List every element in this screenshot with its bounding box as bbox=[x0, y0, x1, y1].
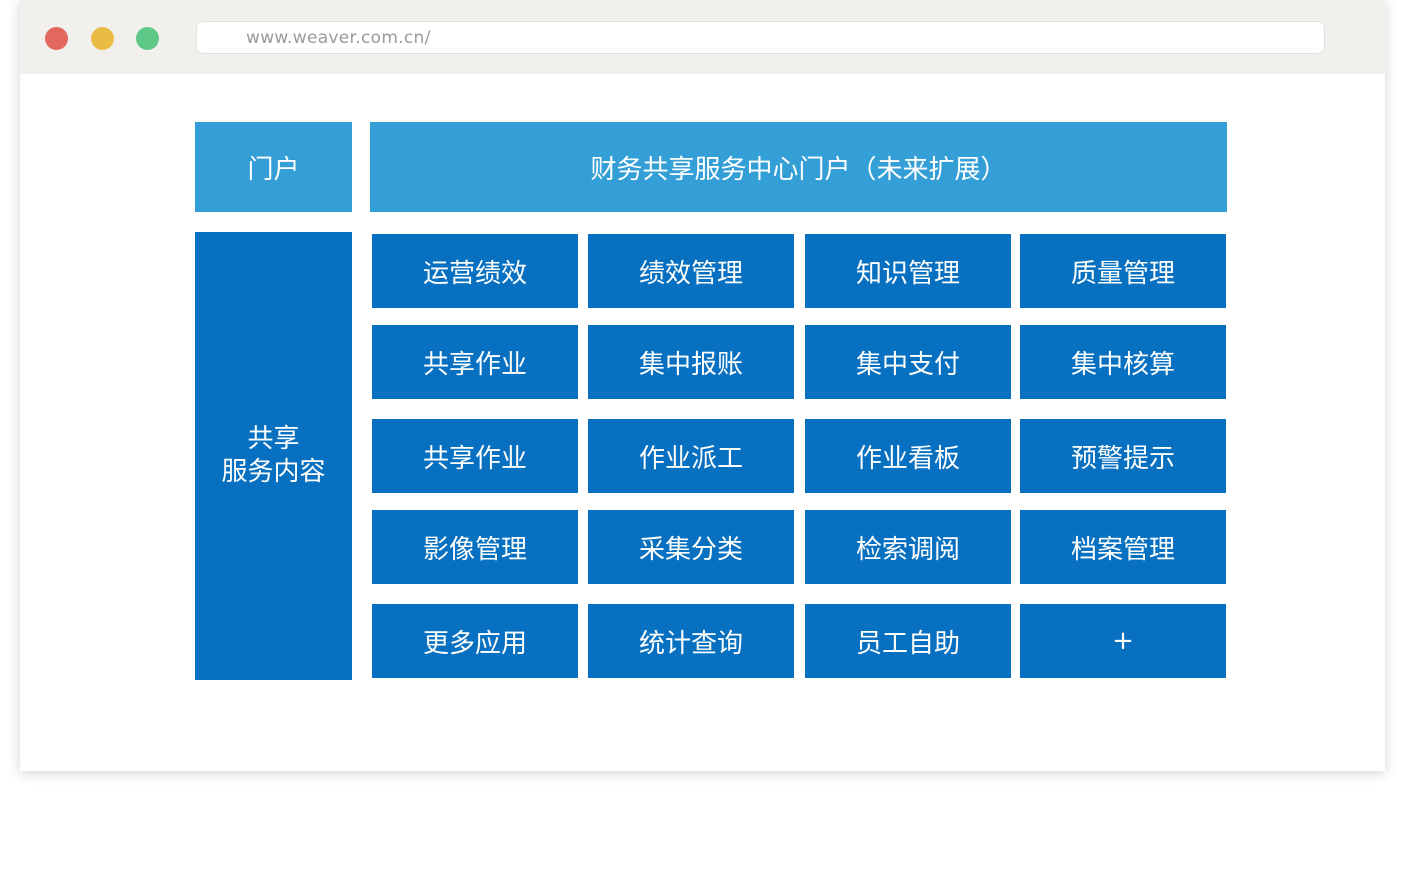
service-tile[interactable]: 集中核算 bbox=[1020, 325, 1226, 399]
service-tile[interactable]: 更多应用 bbox=[372, 604, 578, 678]
service-tile[interactable]: 档案管理 bbox=[1020, 510, 1226, 584]
service-tile-label: 检索调阅 bbox=[855, 534, 960, 565]
service-tile-label: 质量管理 bbox=[1070, 258, 1175, 289]
service-tile-label: 采集分类 bbox=[638, 534, 743, 565]
service-tile-label: 集中支付 bbox=[855, 349, 960, 380]
service-tile[interactable]: 作业派工 bbox=[588, 419, 794, 493]
address-bar[interactable]: www.weaver.com.cn/ bbox=[196, 21, 1325, 54]
portal-banner[interactable]: 财务共享服务中心门户（未来扩展） bbox=[370, 122, 1227, 212]
service-tile[interactable]: 员工自助 bbox=[805, 604, 1011, 678]
service-tile-label: 知识管理 bbox=[855, 258, 960, 289]
service-tile-label: 集中核算 bbox=[1070, 349, 1175, 380]
browser-titlebar: www.weaver.com.cn/ bbox=[20, 0, 1385, 74]
address-bar-url: www.weaver.com.cn/ bbox=[246, 28, 431, 48]
service-tile-label: 作业派工 bbox=[638, 443, 743, 474]
minimize-dot-icon[interactable] bbox=[91, 27, 114, 50]
service-tile-label: 共享作业 bbox=[422, 349, 527, 380]
service-tile[interactable]: 采集分类 bbox=[588, 510, 794, 584]
service-tile-label: 统计查询 bbox=[638, 628, 743, 659]
service-tile[interactable]: 集中支付 bbox=[805, 325, 1011, 399]
service-tile-label: 影像管理 bbox=[422, 534, 527, 565]
portal-banner-text: 财务共享服务中心门户（未来扩展） bbox=[590, 154, 1007, 185]
shared-service-label: 共享 服务内容 bbox=[195, 232, 352, 680]
shared-service-label-line2: 服务内容 bbox=[221, 457, 326, 487]
service-tile-label: 档案管理 bbox=[1070, 534, 1175, 565]
service-tile[interactable]: 统计查询 bbox=[588, 604, 794, 678]
service-tile[interactable]: 影像管理 bbox=[372, 510, 578, 584]
service-tile[interactable]: 检索调阅 bbox=[805, 510, 1011, 584]
service-tile[interactable]: 集中报账 bbox=[588, 325, 794, 399]
service-tile[interactable]: 绩效管理 bbox=[588, 234, 794, 308]
shared-service-label-line1: 共享 bbox=[247, 424, 300, 454]
service-tile-label: 集中报账 bbox=[638, 349, 743, 380]
service-tile[interactable]: 预警提示 bbox=[1020, 419, 1226, 493]
service-tile-label: 运营绩效 bbox=[422, 258, 527, 289]
service-tile-label: 共享作业 bbox=[422, 443, 527, 474]
maximize-dot-icon[interactable] bbox=[136, 27, 159, 50]
service-tile[interactable]: 作业看板 bbox=[805, 419, 1011, 493]
service-tile-label: 员工自助 bbox=[855, 628, 960, 659]
service-tile-label: 作业看板 bbox=[855, 443, 960, 474]
service-tile[interactable]: 共享作业 bbox=[372, 419, 578, 493]
page-content: 门户 财务共享服务中心门户（未来扩展） 共享 服务内容 运营绩效 绩效管理 知识管理… bbox=[20, 74, 1385, 771]
portal-label: 门户 bbox=[195, 122, 352, 212]
browser-window: www.weaver.com.cn/ 门户 财务共享服务中心门户（未来扩展） 共… bbox=[20, 0, 1385, 771]
service-tile[interactable]: 质量管理 bbox=[1020, 234, 1226, 308]
service-tile[interactable]: 知识管理 bbox=[805, 234, 1011, 308]
portal-label-text: 门户 bbox=[247, 154, 300, 185]
service-tile-label: 更多应用 bbox=[422, 628, 527, 659]
service-tile[interactable]: + bbox=[1020, 604, 1226, 678]
service-tile-label: 预警提示 bbox=[1070, 443, 1175, 474]
service-tile-label: + bbox=[1112, 626, 1134, 656]
service-tile-label: 绩效管理 bbox=[638, 258, 743, 289]
service-tile[interactable]: 共享作业 bbox=[372, 325, 578, 399]
close-dot-icon[interactable] bbox=[45, 27, 68, 50]
service-tile[interactable]: 运营绩效 bbox=[372, 234, 578, 308]
